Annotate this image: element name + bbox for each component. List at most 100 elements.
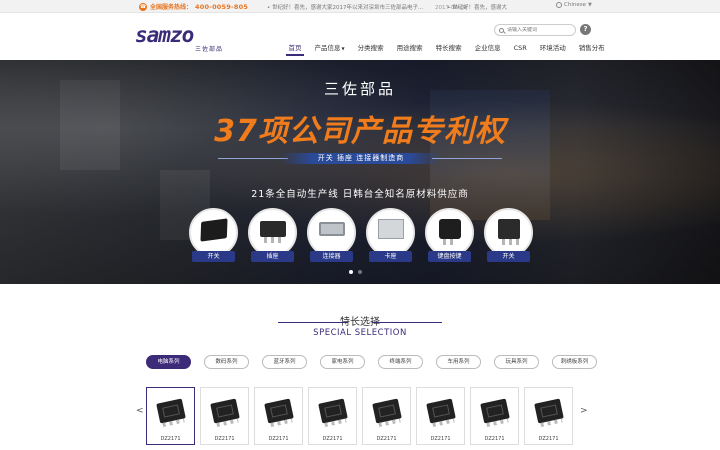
nav-usage-search[interactable]: 用途搜索 bbox=[390, 43, 429, 57]
hotline-label: 全国服务热线： bbox=[150, 4, 193, 11]
tab-computer-series[interactable]: 电脑系列 bbox=[146, 355, 191, 369]
slider-dots bbox=[349, 270, 362, 274]
switch-icon bbox=[497, 218, 520, 245]
nav-feature-search[interactable]: 特长搜索 bbox=[429, 43, 468, 57]
slider-dot-2[interactable] bbox=[358, 270, 362, 274]
banner-product-connector[interactable]: 连接器 bbox=[307, 208, 356, 262]
product-image bbox=[484, 208, 533, 257]
product-card[interactable]: DZ2171 bbox=[524, 387, 573, 445]
product-model: DZ2171 bbox=[376, 436, 397, 442]
banner-product-list: 开关 插座 连接器 卡座 键盘按键 开关 bbox=[189, 208, 533, 262]
news-ticker-item-2[interactable]: • 世纪好！喜先，感谢大 bbox=[447, 3, 507, 11]
chevron-down-icon: ▼ bbox=[587, 2, 592, 8]
section-title: 特长选择 bbox=[340, 317, 380, 328]
nav-label: 特长搜索 bbox=[435, 44, 462, 52]
search-input[interactable] bbox=[507, 27, 575, 33]
service-hotline: ☎ 全国服务热线： 400-0059-805 bbox=[139, 2, 248, 11]
section-subtitle: SPECIAL SELECTION bbox=[313, 328, 407, 338]
logo-wordmark: samzo bbox=[135, 23, 194, 47]
section-title-line-left bbox=[278, 322, 348, 323]
tab-embroidery-series[interactable]: 刺绣板系列 bbox=[552, 355, 597, 369]
product-thumbnail bbox=[425, 397, 457, 427]
nav-category-search[interactable]: 分类搜索 bbox=[351, 43, 390, 57]
main-nav: 首页 产品信息▼ 分类搜索 用途搜索 特长搜索 企业信息 CSR 环境活动 销售… bbox=[282, 43, 611, 57]
news-title[interactable]: • 世纪好！喜先，感谢大家2017年以来对深圳市三佐部品电子... bbox=[267, 5, 423, 11]
product-card[interactable]: DZ2171 bbox=[200, 387, 249, 445]
globe-icon bbox=[556, 2, 562, 8]
brand-logo[interactable]: samzo 三佐部品 bbox=[135, 23, 231, 53]
nav-csr[interactable]: CSR bbox=[507, 43, 533, 57]
nav-company-info[interactable]: 企业信息 bbox=[468, 43, 507, 57]
language-selector[interactable]: Chinese ▼ bbox=[556, 2, 592, 8]
help-icon[interactable]: ? bbox=[580, 24, 591, 35]
product-image bbox=[189, 208, 238, 257]
product-model: DZ2171 bbox=[430, 436, 451, 442]
banner-product-switch-2[interactable]: 开关 bbox=[484, 208, 533, 262]
carousel-next-arrow[interactable]: > bbox=[580, 406, 588, 416]
product-thumbnail bbox=[533, 397, 565, 427]
keyboard-key-icon bbox=[438, 218, 461, 245]
nav-label: 销售分布 bbox=[578, 44, 605, 52]
nav-label: 首页 bbox=[288, 44, 302, 52]
carousel-prev-arrow[interactable]: < bbox=[136, 406, 144, 416]
banner-product-keyboard-key[interactable]: 键盘按键 bbox=[425, 208, 474, 262]
series-tabs: 电脑系列 数码系列 蓝牙系列 家电系列 终端系列 车用系列 玩具系列 刺绣板系列 bbox=[146, 355, 597, 369]
ribbon-line-right bbox=[432, 158, 502, 159]
banner-headline: 37项公司产品专利权 bbox=[214, 114, 506, 149]
product-tag: 键盘按键 bbox=[428, 251, 471, 262]
product-thumbnail bbox=[317, 397, 349, 427]
product-image bbox=[366, 208, 415, 257]
hero-banner[interactable]: 三佐部品 37项公司产品专利权 开关 插座 连接器制造商 21条全自动生产线 日… bbox=[0, 60, 720, 284]
nav-label: CSR bbox=[513, 44, 527, 52]
product-model: DZ2171 bbox=[160, 436, 181, 442]
search-box[interactable] bbox=[494, 24, 576, 36]
product-thumbnail bbox=[479, 397, 511, 427]
tab-bluetooth-series[interactable]: 蓝牙系列 bbox=[262, 355, 307, 369]
product-card[interactable]: DZ2171 bbox=[362, 387, 411, 445]
product-thumbnail bbox=[263, 397, 295, 427]
slider-dot-1[interactable] bbox=[349, 270, 353, 274]
tab-appliance-series[interactable]: 家电系列 bbox=[320, 355, 365, 369]
nav-sales-network[interactable]: 销售分布 bbox=[572, 43, 611, 57]
product-model: DZ2171 bbox=[484, 436, 505, 442]
nav-products[interactable]: 产品信息▼ bbox=[308, 43, 351, 57]
nav-environment[interactable]: 环境活动 bbox=[533, 43, 572, 57]
tab-automotive-series[interactable]: 车用系列 bbox=[436, 355, 481, 369]
product-tag: 开关 bbox=[487, 251, 530, 262]
product-model: DZ2171 bbox=[268, 436, 289, 442]
search-icon[interactable] bbox=[499, 27, 504, 33]
nav-label: 用途搜索 bbox=[396, 44, 423, 52]
product-model: DZ2171 bbox=[538, 436, 559, 442]
tab-terminal-series[interactable]: 终端系列 bbox=[378, 355, 423, 369]
product-card[interactable]: DZ2171 bbox=[146, 387, 195, 445]
product-tag: 连接器 bbox=[310, 251, 353, 262]
chevron-down-icon: ▼ bbox=[341, 46, 345, 51]
nav-label: 企业信息 bbox=[474, 44, 501, 52]
product-card[interactable]: DZ2171 bbox=[470, 387, 519, 445]
product-tag: 开关 bbox=[192, 251, 235, 262]
news-title-2[interactable]: • 世纪好！喜先，感谢大 bbox=[447, 5, 507, 11]
product-image bbox=[307, 208, 356, 257]
nav-label: 环境活动 bbox=[539, 44, 566, 52]
product-card[interactable]: DZ2171 bbox=[308, 387, 357, 445]
product-card[interactable]: DZ2171 bbox=[254, 387, 303, 445]
product-card[interactable]: DZ2171 bbox=[416, 387, 465, 445]
connector-icon bbox=[318, 221, 345, 236]
news-ticker-item[interactable]: • 世纪好！喜先，感谢大家2017年以来对深圳市三佐部品电子... 2017-0… bbox=[267, 3, 467, 11]
carousel-items: DZ2171 DZ2171 DZ2171 DZ2171 DZ2171 DZ217… bbox=[146, 387, 573, 445]
tab-digital-series[interactable]: 数码系列 bbox=[204, 355, 249, 369]
tab-toy-series[interactable]: 玩具系列 bbox=[494, 355, 539, 369]
nav-home[interactable]: 首页 bbox=[282, 43, 308, 57]
socket-icon bbox=[259, 220, 286, 243]
ribbon-line-left bbox=[218, 158, 288, 159]
product-model: DZ2171 bbox=[322, 436, 343, 442]
banner-product-card-slot[interactable]: 卡座 bbox=[366, 208, 415, 262]
logo-subtitle: 三佐部品 bbox=[195, 46, 224, 53]
language-label: Chinese bbox=[564, 2, 586, 8]
product-tag: 卡座 bbox=[369, 251, 412, 262]
banner-product-switch[interactable]: 开关 bbox=[189, 208, 238, 262]
hotline-number: 400-0059-805 bbox=[195, 2, 249, 11]
product-image bbox=[425, 208, 474, 257]
banner-product-socket[interactable]: 插座 bbox=[248, 208, 297, 262]
banner-brand: 三佐部品 bbox=[323, 80, 396, 98]
